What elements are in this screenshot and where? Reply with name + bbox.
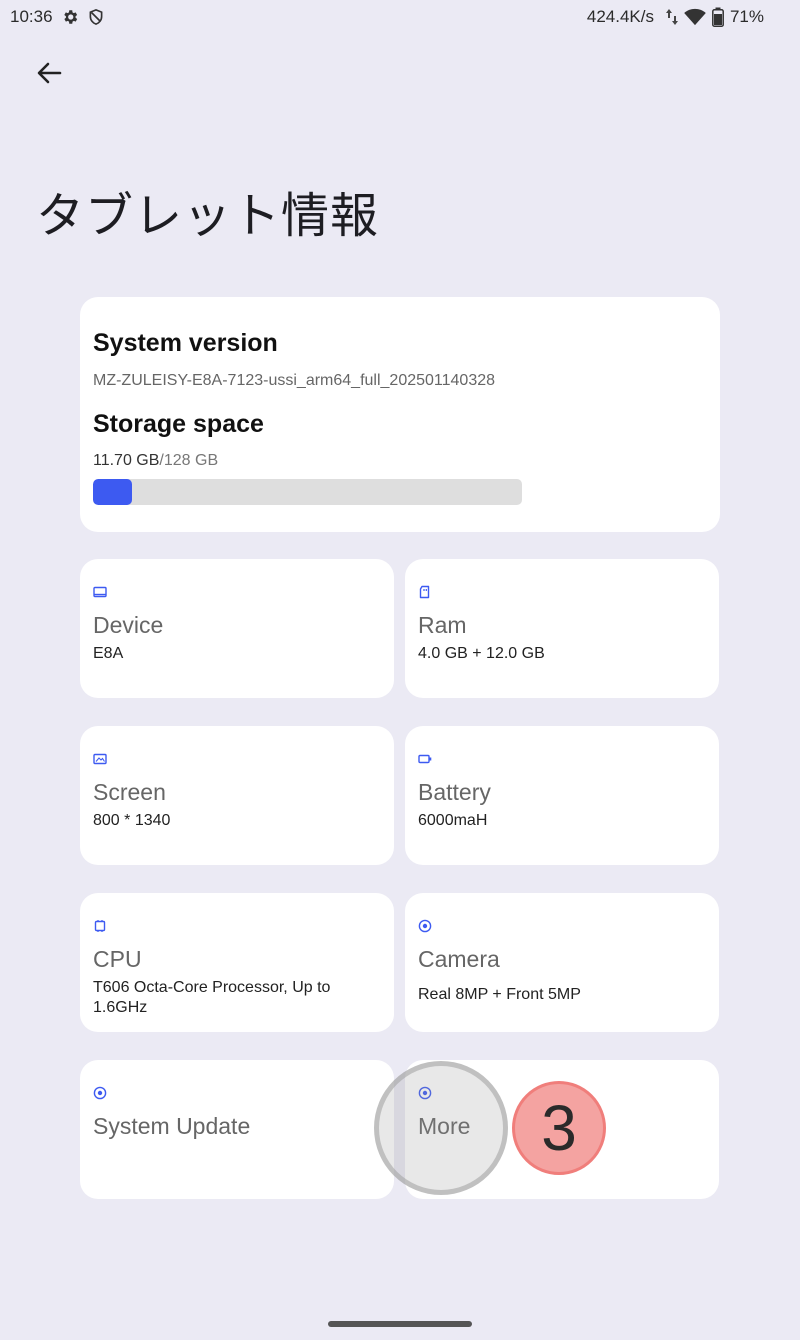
storage-total: /128 GB bbox=[159, 452, 219, 469]
cpu-icon bbox=[93, 919, 107, 933]
wifi-icon bbox=[684, 8, 706, 26]
device-icon bbox=[93, 585, 107, 599]
tile-value: 800 * 1340 bbox=[93, 812, 171, 829]
gear-icon bbox=[61, 8, 79, 26]
tile-value: T606 Octa-Core Processor, Up to 1.6GHz bbox=[93, 979, 331, 1016]
storage-used: 11.70 GB bbox=[93, 452, 160, 469]
storage-progress-bar bbox=[93, 479, 522, 505]
tile-label: Screen bbox=[93, 779, 166, 805]
tile-camera[interactable]: Camera Real 8MP + Front 5MP bbox=[405, 893, 719, 1032]
battery-percent: 71% bbox=[729, 7, 764, 26]
home-indicator[interactable] bbox=[328, 1321, 472, 1327]
storage-space-label: Storage space bbox=[93, 410, 264, 438]
tile-value: 6000maH bbox=[418, 812, 488, 829]
tile-label: CPU bbox=[93, 946, 142, 972]
tile-label: Battery bbox=[418, 779, 491, 805]
camera-icon bbox=[418, 919, 432, 933]
status-bar: 10:36 424.4K/s 71% bbox=[0, 0, 800, 34]
tile-value: 4.0 GB + 12.0 GB bbox=[418, 645, 545, 662]
back-button[interactable] bbox=[26, 54, 72, 96]
tile-label: Ram bbox=[418, 612, 467, 638]
net-speed: 424.4K/s bbox=[586, 7, 654, 26]
ram-icon bbox=[418, 585, 432, 599]
storage-progress-fill bbox=[93, 479, 133, 505]
step-number-badge: 3 bbox=[512, 1081, 606, 1175]
system-version-label: System version bbox=[93, 329, 278, 357]
tile-label: System Update bbox=[93, 1113, 251, 1139]
update-icon bbox=[93, 1086, 107, 1100]
screen-icon bbox=[93, 752, 107, 766]
tile-system-update[interactable]: System Update bbox=[80, 1060, 394, 1199]
system-info-card: System version MZ-ZULEISY-E8A-7123-ussi_… bbox=[80, 297, 720, 532]
status-right: 424.4K/s 71% bbox=[587, 7, 764, 27]
tile-cpu[interactable]: CPU T606 Octa-Core Processor, Up to 1.6G… bbox=[80, 893, 394, 1032]
data-arrows-icon bbox=[665, 8, 678, 26]
system-version-value: MZ-ZULEISY-E8A-7123-ussi_arm64_full_2025… bbox=[93, 372, 496, 389]
storage-space-value: 11.70 GB/128 GB bbox=[93, 452, 218, 470]
tile-value: E8A bbox=[93, 645, 124, 662]
tile-ram[interactable]: Ram 4.0 GB + 12.0 GB bbox=[405, 559, 719, 698]
tile-label: Camera bbox=[418, 946, 500, 972]
tile-battery[interactable]: Battery 6000maH bbox=[405, 726, 719, 865]
arrow-left-icon bbox=[36, 61, 62, 90]
tile-label: Device bbox=[93, 612, 164, 638]
shield-icon bbox=[87, 8, 105, 26]
tile-device[interactable]: Device E8A bbox=[80, 559, 394, 698]
tile-screen[interactable]: Screen 800 * 1340 bbox=[80, 726, 394, 865]
battery-tile-icon bbox=[418, 752, 432, 766]
status-time: 10:36 bbox=[10, 7, 53, 26]
status-left: 10:36 bbox=[10, 7, 105, 27]
page-title: タブレット情報 bbox=[36, 190, 380, 243]
tile-value: Real 8MP + Front 5MP bbox=[418, 986, 581, 1003]
battery-icon bbox=[712, 7, 724, 27]
touch-indicator bbox=[374, 1061, 508, 1195]
